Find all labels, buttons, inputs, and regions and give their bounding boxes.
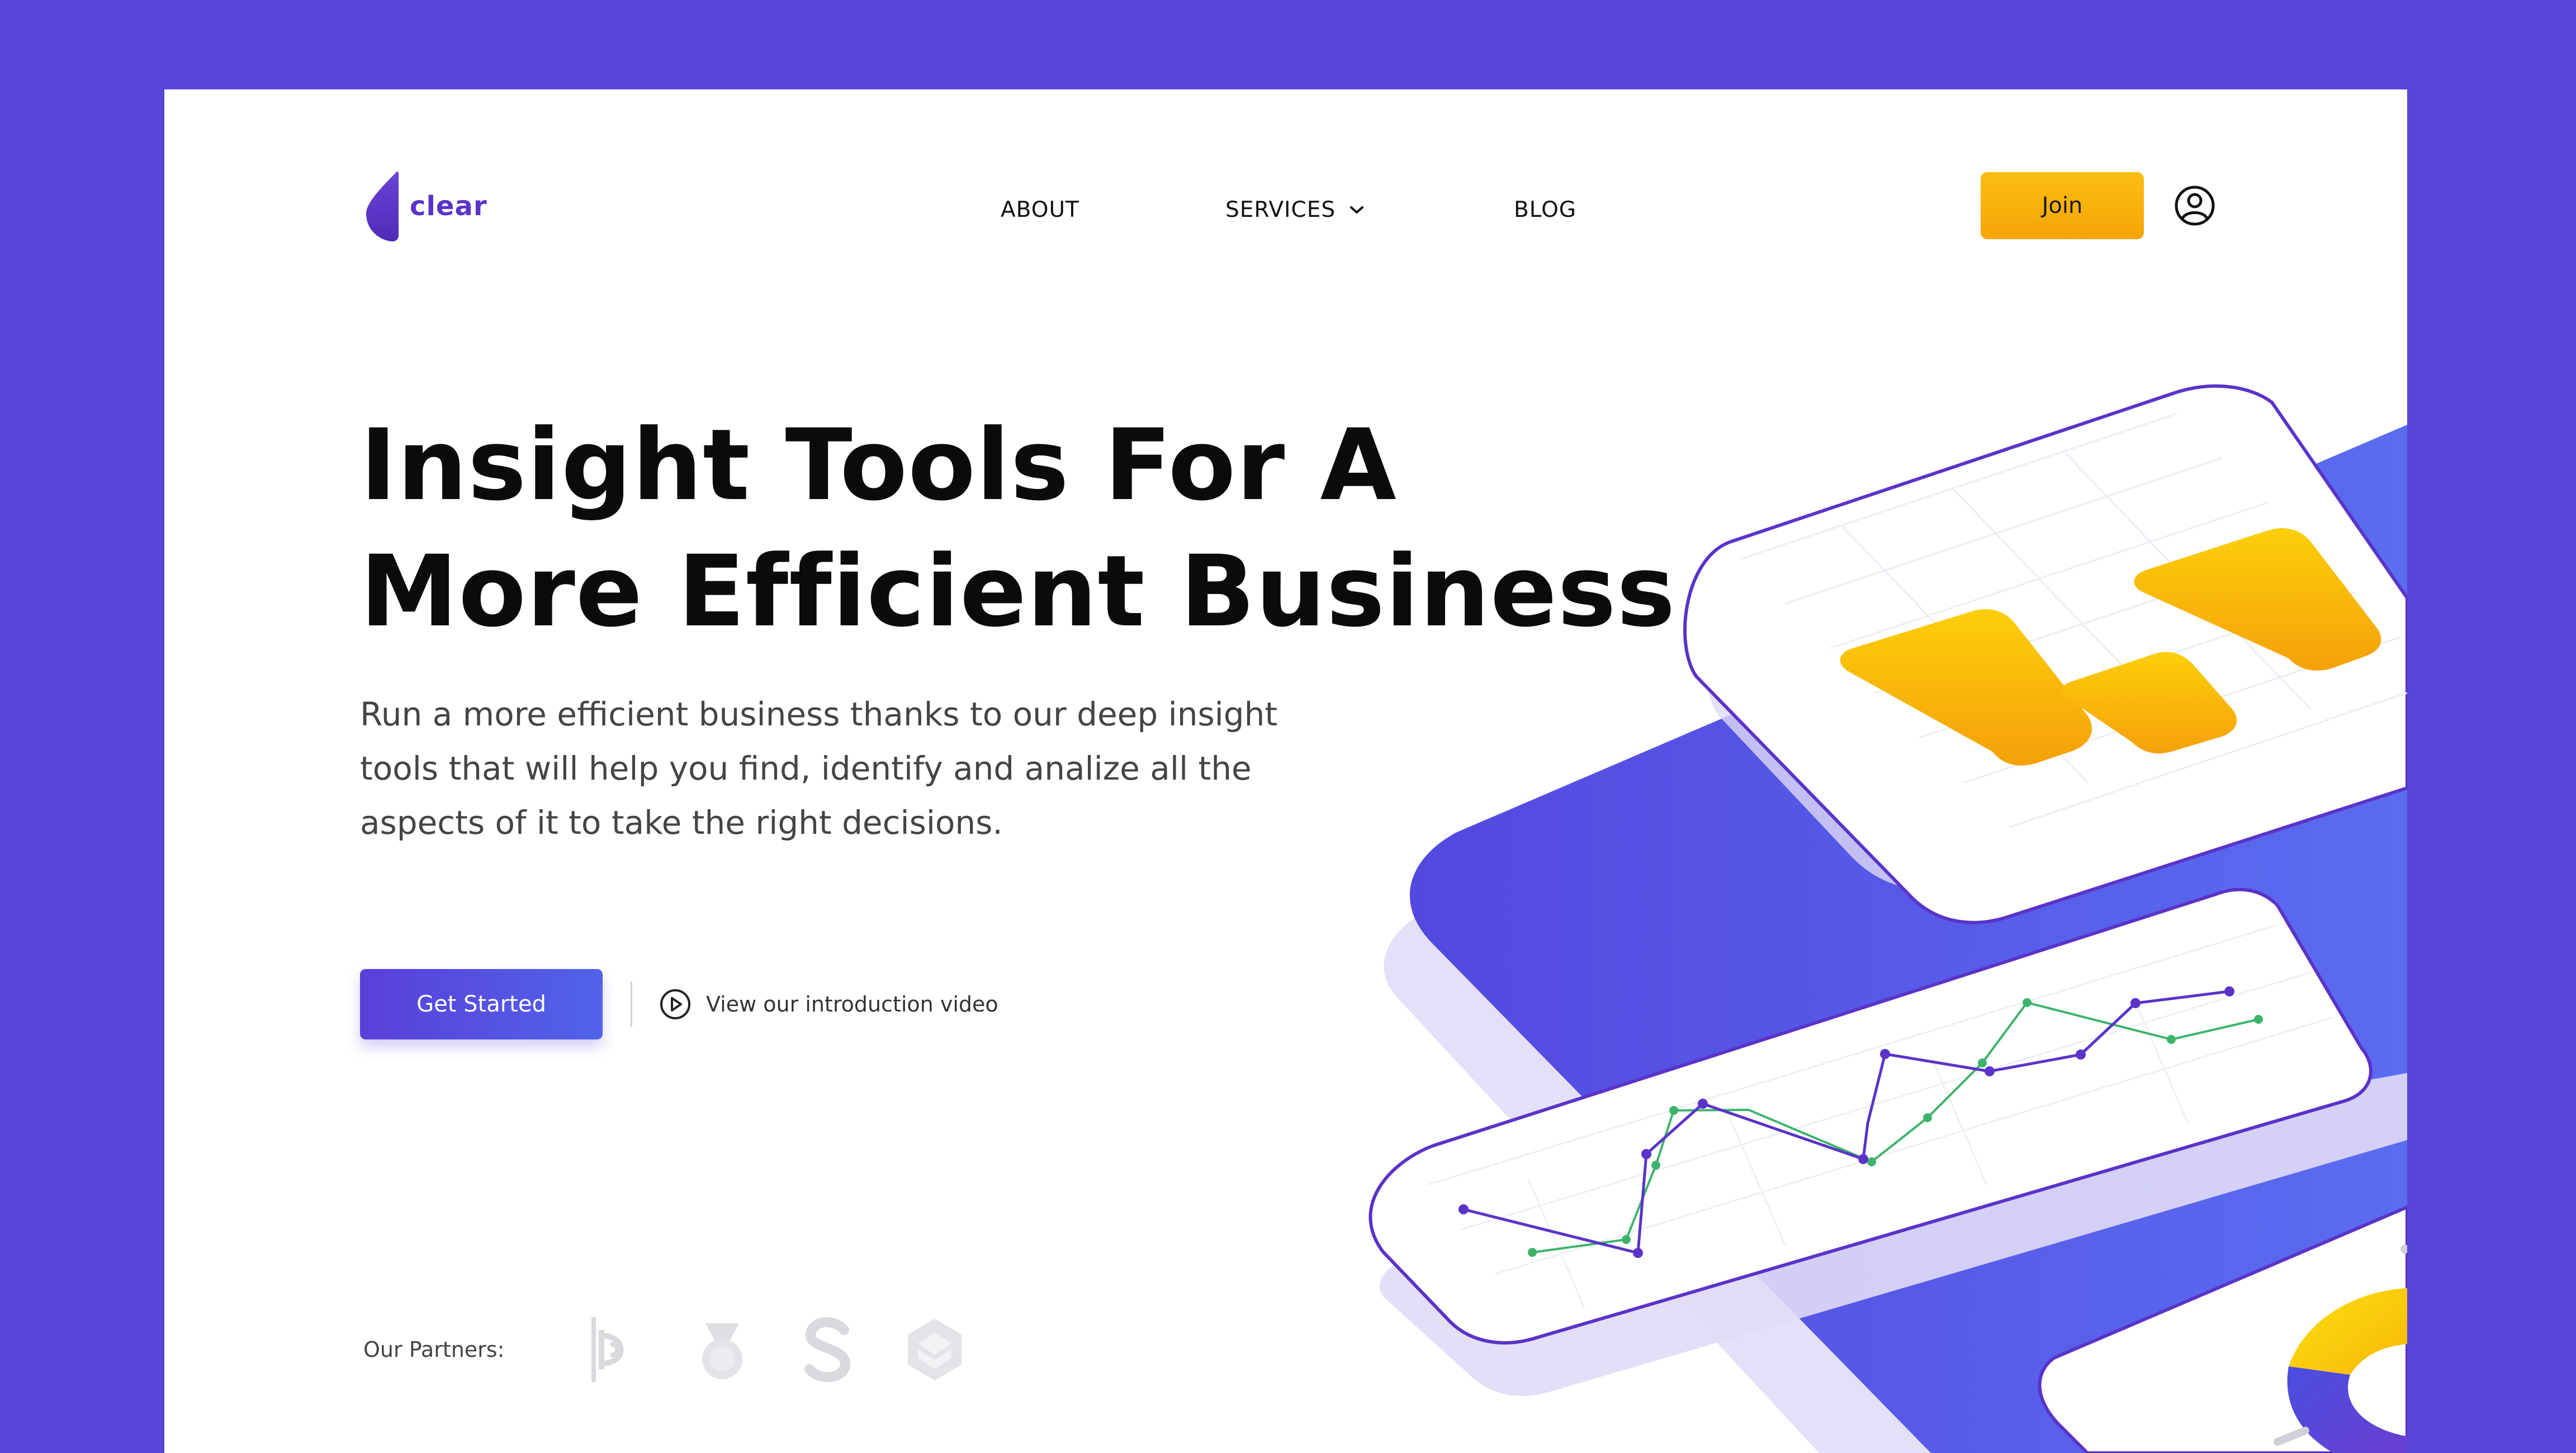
play-circle-icon <box>660 989 690 1019</box>
hero-title-line-2: More Efficient Business <box>360 534 1676 649</box>
intro-video-label: View our introduction video <box>706 992 998 1017</box>
cta-row: Get Started View our introduction video <box>360 969 998 1039</box>
hero-title: Insight Tools For A More Efficient Busin… <box>360 402 1676 655</box>
partner-logo-cube-icon[interactable] <box>901 1313 968 1386</box>
partners-label: Our Partners: <box>363 1337 505 1362</box>
get-started-button[interactable]: Get Started <box>360 969 603 1039</box>
cta-divider <box>631 982 632 1027</box>
partner-logo-s-icon[interactable] <box>795 1313 862 1386</box>
partner-logo-b-icon[interactable] <box>583 1313 650 1386</box>
partners-row: Our Partners: <box>363 1313 1007 1386</box>
intro-video-link[interactable]: View our introduction video <box>659 988 998 1020</box>
hero-description: Run a more efficient business thanks to … <box>360 695 1278 842</box>
page-frame: clear ABOUT SERVICES BLOG Join Insight T… <box>164 89 2407 1453</box>
partner-logo-medal-icon[interactable] <box>689 1313 756 1386</box>
hero-title-line-1: Insight Tools For A <box>360 408 1397 523</box>
